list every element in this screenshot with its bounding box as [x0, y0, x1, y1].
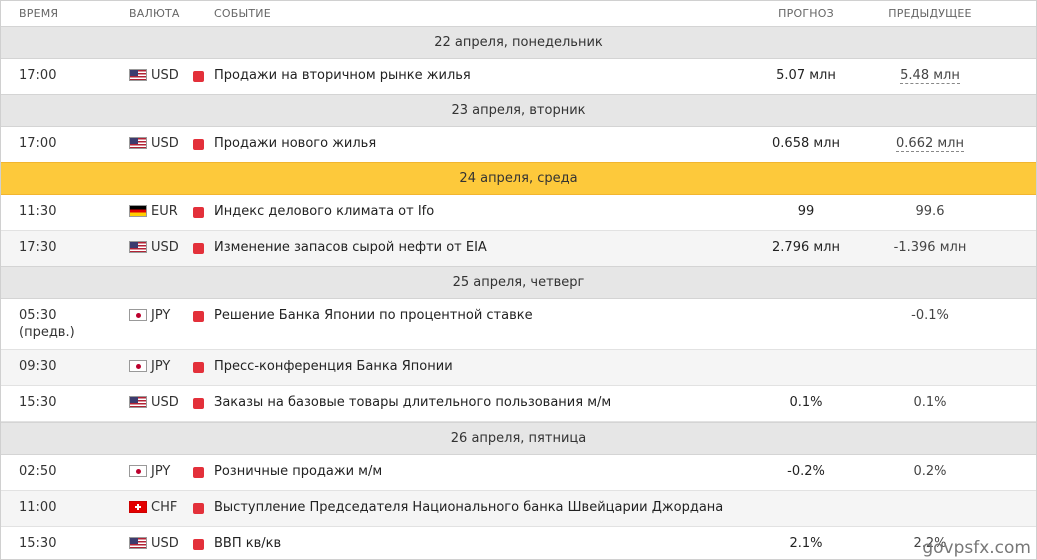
- event-name[interactable]: Изменение запасов сырой нефти от EIA: [214, 240, 487, 255]
- event-row[interactable]: 11:00 CHF Выступление Председателя Нацио…: [1, 491, 1036, 527]
- economic-calendar: ВРЕМЯ ВАЛЮТА СОБЫТИЕ ПРОГНОЗ ПРЕДЫДУЩЕЕ …: [0, 0, 1037, 560]
- importance-icon: [193, 207, 204, 218]
- day-header: 22 апреля, понедельник: [1, 26, 1036, 59]
- importance-icon: [193, 398, 204, 409]
- event-row[interactable]: 15:30 USD ВВП кв/кв 2.1% 2.2%: [1, 527, 1036, 559]
- importance-icon: [193, 503, 204, 514]
- event-forecast: 0.658 млн: [772, 136, 840, 151]
- event-forecast: 0.1%: [789, 395, 823, 410]
- importance-icon: [193, 539, 204, 550]
- importance-icon: [193, 71, 204, 82]
- event-currency: USD: [151, 536, 179, 551]
- watermark: govpsfx.com: [922, 538, 1031, 558]
- event-time: 15:30: [19, 536, 57, 551]
- jp-flag-icon: [129, 360, 147, 372]
- event-row[interactable]: 15:30 USD Заказы на базовые товары длите…: [1, 386, 1036, 422]
- day-header: 25 апреля, четверг: [1, 266, 1036, 299]
- event-row[interactable]: 02:50 JPY Розничные продажи м/м -0.2% 0.…: [1, 455, 1036, 491]
- event-previous: 0.2%: [913, 464, 947, 479]
- event-previous: -1.396 млн: [893, 240, 967, 255]
- event-forecast: -0.2%: [787, 464, 825, 479]
- event-name[interactable]: Продажи нового жилья: [214, 136, 376, 151]
- table-header: ВРЕМЯ ВАЛЮТА СОБЫТИЕ ПРОГНОЗ ПРЕДЫДУЩЕЕ: [1, 1, 1036, 27]
- event-name[interactable]: Решение Банка Японии по процентной ставк…: [214, 308, 533, 323]
- event-currency: USD: [151, 136, 179, 151]
- header-time: ВРЕМЯ: [19, 7, 59, 20]
- event-name[interactable]: ВВП кв/кв: [214, 536, 281, 551]
- event-row[interactable]: 17:30 USD Изменение запасов сырой нефти …: [1, 231, 1036, 267]
- event-forecast: 2.1%: [789, 536, 823, 551]
- event-name[interactable]: Индекс делового климата от Ifo: [214, 204, 434, 219]
- event-row[interactable]: 05:30 (предв.) JPY Решение Банка Японии …: [1, 299, 1036, 350]
- jp-flag-icon: [129, 309, 147, 321]
- event-row[interactable]: 17:00 USD Продажи нового жилья 0.658 млн…: [1, 127, 1036, 163]
- event-time: 15:30: [19, 395, 57, 410]
- event-time: 11:00: [19, 500, 57, 515]
- header-forecast: ПРОГНОЗ: [778, 7, 834, 20]
- event-previous: -0.1%: [911, 308, 949, 323]
- event-currency: JPY: [151, 308, 171, 323]
- event-time: 17:30: [19, 240, 57, 255]
- event-currency: JPY: [151, 359, 171, 374]
- event-currency: JPY: [151, 464, 171, 479]
- event-name[interactable]: Заказы на базовые товары длительного пол…: [214, 395, 611, 410]
- event-forecast: 5.07 млн: [776, 68, 836, 83]
- de-flag-icon: [129, 205, 147, 217]
- day-header-today: 24 апреля, среда: [1, 162, 1036, 195]
- header-event: СОБЫТИЕ: [214, 7, 271, 20]
- event-name[interactable]: Выступление Председателя Национального б…: [214, 500, 723, 515]
- event-row[interactable]: 09:30 JPY Пресс-конференция Банка Японии: [1, 350, 1036, 386]
- ch-flag-icon: [129, 501, 147, 513]
- event-previous: 0.1%: [913, 395, 947, 410]
- importance-icon: [193, 243, 204, 254]
- event-time: 11:30: [19, 204, 57, 219]
- event-time-note: (предв.): [19, 325, 75, 340]
- event-row[interactable]: 17:00 USD Продажи на вторичном рынке жил…: [1, 59, 1036, 95]
- event-name[interactable]: Продажи на вторичном рынке жилья: [214, 68, 471, 83]
- event-previous: 0.662 млн: [896, 136, 964, 152]
- event-time: 05:30: [19, 308, 57, 323]
- event-time: 17:00: [19, 136, 57, 151]
- event-currency: USD: [151, 240, 179, 255]
- header-previous: ПРЕДЫДУЩЕЕ: [888, 7, 972, 20]
- event-forecast: 99: [797, 204, 815, 219]
- event-time: 02:50: [19, 464, 57, 479]
- event-name[interactable]: Розничные продажи м/м: [214, 464, 382, 479]
- importance-icon: [193, 139, 204, 150]
- day-header: 23 апреля, вторник: [1, 94, 1036, 127]
- us-flag-icon: [129, 137, 147, 149]
- importance-icon: [193, 467, 204, 478]
- event-previous: 99.6: [915, 204, 945, 219]
- event-currency: USD: [151, 395, 179, 410]
- importance-icon: [193, 311, 204, 322]
- us-flag-icon: [129, 537, 147, 549]
- us-flag-icon: [129, 241, 147, 253]
- jp-flag-icon: [129, 465, 147, 477]
- event-currency: EUR: [151, 204, 178, 219]
- event-previous: 5.48 млн: [900, 68, 960, 84]
- header-currency: ВАЛЮТА: [129, 7, 180, 20]
- event-currency: CHF: [151, 500, 178, 515]
- day-header: 26 апреля, пятница: [1, 422, 1036, 455]
- event-forecast: 2.796 млн: [772, 240, 840, 255]
- event-time: 09:30: [19, 359, 57, 374]
- event-name[interactable]: Пресс-конференция Банка Японии: [214, 359, 453, 374]
- us-flag-icon: [129, 69, 147, 81]
- event-row[interactable]: 11:30 EUR Индекс делового климата от Ifo…: [1, 195, 1036, 231]
- event-currency: USD: [151, 68, 179, 83]
- event-time: 17:00: [19, 68, 57, 83]
- us-flag-icon: [129, 396, 147, 408]
- importance-icon: [193, 362, 204, 373]
